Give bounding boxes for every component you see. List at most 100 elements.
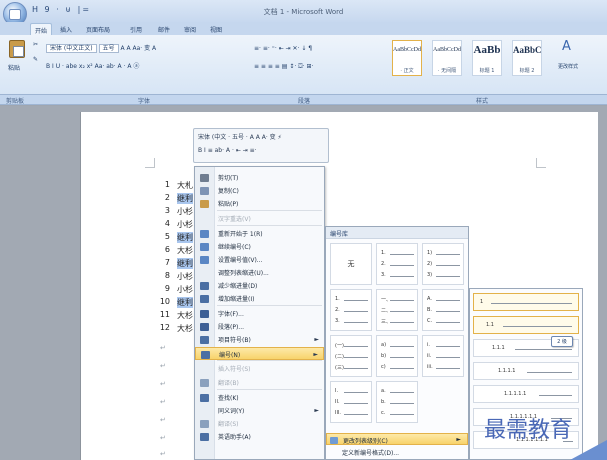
context-menu-item[interactable]: 继续编号(C) [195,240,324,253]
numbering-format-option[interactable]: 一、 二、 三、 [376,289,418,331]
style-heading-2[interactable]: AaBbC 标题 2 [512,40,542,76]
style-no-spacing[interactable]: AaBbCcDd · 无间隔 [432,40,462,76]
font-name-dropdown[interactable]: 宋体 (中文正文) [46,44,97,53]
numbering-format-option[interactable]: I. II. III. [330,381,372,423]
numbering-sample-line [390,368,414,369]
numbering-format-option[interactable]: A. B. C. [422,289,464,331]
list-item[interactable]: 继利 [177,193,193,204]
change-styles-icon[interactable]: A [562,40,571,53]
context-menu-item[interactable]: 查找(K) [195,391,324,404]
list-item[interactable]: 大杉 [177,323,193,334]
numbering-format-option[interactable]: 1. 2. 3. [330,289,372,331]
context-menu-item[interactable]: 复制(C) [195,184,324,197]
font-extra-buttons[interactable]: A A Aa· 变 A [120,45,156,52]
numbering-format-option[interactable]: 1) 2) 3) [422,243,464,285]
font-icon [200,310,209,318]
numbering-format-option[interactable]: a. b. c. [376,381,418,423]
list-item[interactable]: 小杉 [177,206,193,217]
list-item[interactable]: 大杉 [177,310,193,321]
tab-mailings[interactable]: 邮件 [154,23,174,35]
context-menu-item[interactable]: 汉字重选(V) [195,212,324,225]
set-value-icon [200,256,209,264]
context-menu-item[interactable]: 设置编号值(V)... [195,253,324,266]
level-tooltip: 2 级 [551,336,573,347]
increase-indent-icon [200,295,209,303]
define-new-numbering-item[interactable]: 定义新编号格式(D)... [326,446,468,458]
numbering-sample-line [390,300,414,301]
context-menu-item[interactable]: 粘贴(P) [195,197,324,210]
list-level-option[interactable]: 1 [473,293,579,311]
context-menu: 剪切(T) 复制(C) 粘贴(P) 汉字重选(V) 重新开始于 1(R) 继续编号(C) 设… [194,166,325,460]
list-level-option[interactable]: 1.1 [473,316,579,334]
numbering-format-label: 2. [335,307,340,313]
list-item[interactable]: 小杉 [177,271,193,282]
tab-references[interactable]: 引用 [126,23,146,35]
list-number: 9 [164,284,170,293]
menu-separator [217,305,322,306]
tab-home[interactable]: 开始 [30,23,53,35]
list-number: 11 [159,310,170,319]
context-menu-item-label: 插入符号(S) [218,366,251,373]
change-list-level-item[interactable]: 更改列表级别(C) ► [326,433,468,445]
list-level-option[interactable]: 1.1.1.1 [473,362,579,380]
context-menu-item[interactable]: 项目符号(B) ► [195,333,324,346]
context-menu-item[interactable]: 字体(F)... [195,307,324,320]
context-menu-item[interactable]: 同义词(Y) ► [195,404,324,417]
list-item[interactable]: 小杉 [177,219,193,230]
context-menu-item[interactable]: 剪切(T) [195,171,324,184]
numbering-sample-line [344,322,368,323]
numbering-format-label: B. [427,307,433,313]
numbering-sample-line [436,322,460,323]
numbering-none-option[interactable]: 无 [330,243,372,285]
copy-icon [200,187,209,195]
context-menu-item[interactable]: 翻译(S) [195,417,324,430]
mini-toolbar[interactable]: 宋体 (中文 · 五号 · A A A· 变 ⚡ B I ≡ ab· A · ⇤… [193,128,329,163]
context-menu-item[interactable]: 英语助手(A) [195,430,324,443]
tab-page-layout[interactable]: 页面布局 [82,23,114,35]
numbering-format-option[interactable]: a) b) c) [376,335,418,377]
change-styles-label[interactable]: 更改样式 [558,62,578,72]
list-number: 3 [164,206,170,215]
style-heading-1[interactable]: AaBb 标题 1 [472,40,502,76]
context-menu-item[interactable]: 重新开始于 1(R) [195,227,324,240]
list-item[interactable]: 继利 [177,258,193,269]
numbering-format-option[interactable]: i. ii. iii. [422,335,464,377]
context-menu-item[interactable]: 调整列表缩进(U)... [195,266,324,279]
numbering-format-option[interactable]: 1. 2. 3. [376,243,418,285]
context-menu-item[interactable]: 减少缩进量(D) [195,279,324,292]
tab-insert[interactable]: 插入 [56,23,76,35]
style-normal[interactable]: AaBbCcDd · 正文 [392,40,422,76]
numbering-sample-line [390,403,414,404]
context-menu-item[interactable]: 翻译(B) [195,376,324,389]
numbering-format-label: (三) [335,365,344,371]
list-item[interactable]: 小杉 [177,284,193,295]
mini-toolbar-format-row[interactable]: B I ≡ ab· A · ⇤ ⇥ ≡· [198,147,257,154]
tab-view[interactable]: 视图 [206,23,226,35]
list-level-label: 1.1 [486,322,494,328]
cut-icon[interactable]: ✂ [33,40,38,50]
list-level-option[interactable]: 1.1.1.1.1 [473,385,579,403]
format-painter-icon[interactable]: ✎ [33,55,38,65]
numbering-format-label: 2) [427,261,433,267]
numbering-sample-line [344,357,368,358]
list-level-sample-line [503,326,572,327]
list-item[interactable]: 继利 [177,232,193,243]
bullets-icon [200,336,209,344]
numbering-sample-line [436,276,460,277]
paragraph-row-1[interactable]: ≡· ≡· ⁼· ⇤ ⇥ ✕· ↓ ¶ [254,44,312,54]
context-menu-item[interactable]: 插入符号(S) [195,362,324,375]
context-menu-item[interactable]: 增加缩进量(I) [195,292,324,305]
mini-toolbar-font-row[interactable]: 宋体 (中文 · 五号 · A A A· 变 ⚡ [198,132,282,141]
numbering-library-header: 编号库 [326,227,468,239]
numbering-format-option[interactable]: (一) (二) (三) [330,335,372,377]
font-size-dropdown[interactable]: 五号 [98,44,119,53]
paragraph-row-2[interactable]: ≡ ≡ ≡ ≡ ▤ ↕· ⛋· ⊞· [254,62,313,72]
list-item[interactable]: 大札 [177,180,193,191]
paragraph-mark: ↵ [160,398,166,406]
tab-review[interactable]: 审阅 [180,23,200,35]
font-formatting-buttons[interactable]: B I U · abe x₂ x² Aa· ab· A · A ⓐ [46,62,139,72]
context-menu-item[interactable]: 编号(N) ► [195,347,324,360]
list-item[interactable]: 继利 [177,297,193,308]
list-item[interactable]: 大杉 [177,245,193,256]
context-menu-item[interactable]: 段落(P)... [195,320,324,333]
